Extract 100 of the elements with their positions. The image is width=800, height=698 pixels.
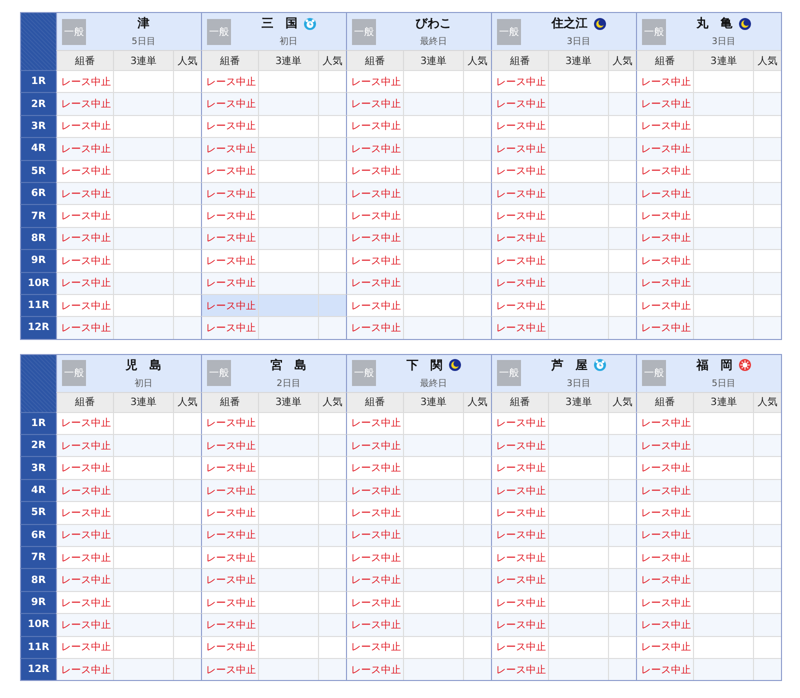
result-cell[interactable]: レース中止	[491, 70, 548, 92]
result-cell[interactable]: レース中止	[201, 434, 258, 456]
venue-name[interactable]: 下 関	[406, 356, 443, 374]
result-cell[interactable]: レース中止	[636, 456, 694, 479]
result-cell[interactable]: レース中止	[56, 204, 113, 227]
result-cell[interactable]: レース中止	[201, 658, 258, 680]
result-cell[interactable]: レース中止	[636, 294, 694, 316]
result-cell[interactable]: レース中止	[201, 226, 258, 250]
result-cell[interactable]: レース中止	[346, 92, 404, 115]
result-cell[interactable]: レース中止	[636, 226, 694, 250]
result-cell[interactable]: レース中止	[636, 501, 694, 524]
result-cell[interactable]: レース中止	[636, 92, 694, 115]
result-cell[interactable]: レース中止	[56, 524, 113, 546]
result-cell[interactable]: レース中止	[346, 613, 404, 636]
result-cell[interactable]: レース中止	[636, 568, 694, 591]
result-cell[interactable]: レース中止	[56, 434, 113, 456]
result-cell[interactable]: レース中止	[491, 182, 548, 204]
result-cell[interactable]: レース中止	[201, 546, 258, 568]
result-cell[interactable]: レース中止	[346, 182, 404, 204]
result-cell[interactable]: レース中止	[201, 272, 258, 294]
venue-name[interactable]: 宮 島	[270, 356, 307, 374]
result-cell[interactable]: レース中止	[636, 658, 694, 680]
result-cell[interactable]: レース中止	[346, 70, 404, 92]
result-cell[interactable]: レース中止	[56, 636, 113, 658]
result-cell[interactable]: レース中止	[201, 70, 258, 92]
result-cell[interactable]: レース中止	[56, 568, 113, 591]
result-cell[interactable]: レース中止	[201, 204, 258, 227]
result-cell[interactable]: レース中止	[56, 160, 113, 182]
result-cell[interactable]: レース中止	[56, 501, 113, 524]
result-cell[interactable]: レース中止	[346, 456, 404, 479]
result-cell[interactable]: レース中止	[346, 590, 404, 614]
result-cell[interactable]: レース中止	[56, 590, 113, 614]
result-cell[interactable]: レース中止	[491, 568, 548, 591]
result-cell[interactable]: レース中止	[346, 524, 404, 546]
result-cell[interactable]: レース中止	[491, 658, 548, 680]
result-cell[interactable]: レース中止	[346, 546, 404, 568]
result-cell[interactable]: レース中止	[56, 182, 113, 204]
result-cell[interactable]: レース中止	[636, 434, 694, 456]
result-cell[interactable]: レース中止	[346, 478, 404, 502]
result-cell[interactable]: レース中止	[56, 272, 113, 294]
result-cell[interactable]: レース中止	[56, 658, 113, 680]
result-cell[interactable]: レース中止	[201, 524, 258, 546]
result-cell[interactable]: レース中止	[491, 478, 548, 502]
result-cell[interactable]: レース中止	[636, 204, 694, 227]
result-cell[interactable]: レース中止	[56, 249, 113, 272]
result-cell[interactable]: レース中止	[56, 613, 113, 636]
result-cell[interactable]: レース中止	[491, 546, 548, 568]
result-cell[interactable]: レース中止	[636, 524, 694, 546]
venue-name[interactable]: 三 国	[262, 15, 298, 32]
result-cell[interactable]: レース中止	[491, 434, 548, 456]
result-cell[interactable]: レース中止	[201, 249, 258, 272]
result-cell[interactable]: レース中止	[56, 114, 113, 138]
result-cell[interactable]: レース中止	[346, 137, 404, 160]
result-cell[interactable]: レース中止	[56, 70, 113, 92]
result-cell[interactable]: レース中止	[636, 613, 694, 636]
result-cell[interactable]: レース中止	[491, 272, 548, 294]
result-cell[interactable]: レース中止	[346, 568, 404, 591]
result-cell[interactable]: レース中止	[636, 316, 694, 339]
result-cell[interactable]: レース中止	[201, 590, 258, 614]
result-cell[interactable]: レース中止	[201, 613, 258, 636]
result-cell[interactable]: レース中止	[491, 92, 548, 115]
result-cell[interactable]: レース中止	[636, 70, 694, 92]
result-cell[interactable]: レース中止	[491, 160, 548, 182]
venue-name[interactable]: 丸 亀	[696, 15, 733, 32]
result-cell[interactable]: レース中止	[491, 294, 548, 316]
result-cell[interactable]: レース中止	[201, 636, 258, 658]
result-cell[interactable]: レース中止	[201, 114, 258, 138]
result-cell[interactable]: レース中止	[56, 412, 113, 434]
result-cell[interactable]: レース中止	[201, 478, 258, 502]
result-cell[interactable]: レース中止	[201, 568, 258, 591]
result-cell[interactable]: レース中止	[201, 294, 258, 316]
result-cell[interactable]: レース中止	[636, 160, 694, 182]
result-cell[interactable]: レース中止	[491, 114, 548, 138]
result-cell[interactable]: レース中止	[346, 226, 404, 250]
result-cell[interactable]: レース中止	[56, 137, 113, 160]
result-cell[interactable]: レース中止	[56, 294, 113, 316]
result-cell[interactable]: レース中止	[201, 160, 258, 182]
venue-name[interactable]: びわこ	[416, 15, 452, 32]
result-cell[interactable]: レース中止	[636, 114, 694, 138]
result-cell[interactable]: レース中止	[491, 501, 548, 524]
result-cell[interactable]: レース中止	[346, 434, 404, 456]
result-cell[interactable]: レース中止	[201, 137, 258, 160]
result-cell[interactable]: レース中止	[201, 182, 258, 204]
result-cell[interactable]: レース中止	[56, 456, 113, 479]
result-cell[interactable]: レース中止	[491, 137, 548, 160]
result-cell[interactable]: レース中止	[636, 272, 694, 294]
venue-name[interactable]: 福 岡	[696, 356, 733, 374]
result-cell[interactable]: レース中止	[491, 590, 548, 614]
result-cell[interactable]: レース中止	[636, 546, 694, 568]
result-cell[interactable]: レース中止	[346, 294, 404, 316]
result-cell[interactable]: レース中止	[491, 226, 548, 250]
result-cell[interactable]: レース中止	[201, 456, 258, 479]
result-cell[interactable]: レース中止	[346, 636, 404, 658]
result-cell[interactable]: レース中止	[491, 204, 548, 227]
result-cell[interactable]: レース中止	[56, 226, 113, 250]
result-cell[interactable]: レース中止	[491, 249, 548, 272]
venue-name[interactable]: 児 島	[126, 356, 162, 374]
result-cell[interactable]: レース中止	[491, 636, 548, 658]
result-cell[interactable]: レース中止	[346, 412, 404, 434]
result-cell[interactable]: レース中止	[491, 613, 548, 636]
